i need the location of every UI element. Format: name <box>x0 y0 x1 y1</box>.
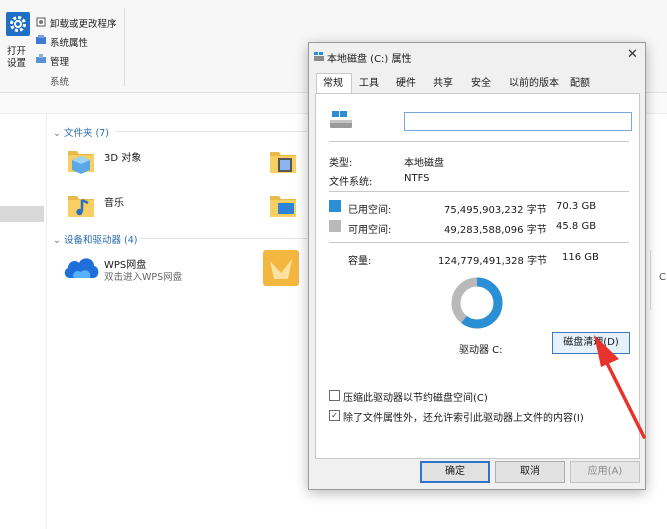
tab-tools[interactable]: 工具 <box>354 75 384 93</box>
tab-general[interactable]: 常规 <box>316 75 350 93</box>
ribbon-group-system-label: 系统 <box>50 77 70 88</box>
wps-drive-subtitle: 双击进入WPS网盘 <box>104 272 183 283</box>
dialog-title: 本地磁盘 (C:) 属性 <box>327 54 412 65</box>
drive-name-input[interactable] <box>404 112 632 131</box>
manage-link[interactable]: 管理 <box>50 54 69 68</box>
apply-button[interactable]: 应用(A) <box>570 461 640 483</box>
tab-sharing[interactable]: 共享 <box>428 75 458 93</box>
chevron-down-icon: ⌄ <box>53 235 61 246</box>
index-label[interactable]: 除了文件属性外，还允许索引此驱动器上文件的内容(I) <box>343 409 584 424</box>
system-props-icon <box>36 35 46 45</box>
chevron-down-icon: ⌄ <box>53 128 61 139</box>
filesystem-label: 文件系统: <box>329 177 373 188</box>
partial-drive-icon[interactable] <box>262 249 300 287</box>
used-space-bytes: 75,495,903,232 字节 <box>444 205 547 216</box>
music-label[interactable]: 音乐 <box>104 194 124 209</box>
settings-gear-icon[interactable] <box>6 12 30 36</box>
drive-large-icon <box>330 111 352 129</box>
tab-quota[interactable]: 配额 <box>566 75 594 93</box>
separator-3 <box>329 242 629 243</box>
capacity-label: 容量: <box>348 256 372 267</box>
free-space-bytes: 49,283,588,096 字节 <box>444 225 547 236</box>
capacity-bytes: 124,779,491,328 字节 <box>438 256 548 267</box>
3d-objects-folder-icon[interactable] <box>66 145 96 175</box>
type-value: 本地磁盘 <box>404 158 444 169</box>
ok-button[interactable]: 确定 <box>420 461 490 483</box>
free-space-gb: 45.8 GB <box>556 221 597 232</box>
folders-section-header[interactable]: ⌄ 文件夹 (7) <box>53 125 109 139</box>
music-folder-icon[interactable] <box>66 190 96 220</box>
right-edge-divider <box>650 250 651 310</box>
3d-objects-label[interactable]: 3D 对象 <box>104 149 141 164</box>
video-folder-icon[interactable] <box>268 146 298 176</box>
separator-2 <box>329 191 629 192</box>
devices-header-text: 设备和驱动器 (4) <box>64 235 138 246</box>
manage-icon <box>36 54 46 64</box>
devices-section-line <box>140 238 307 239</box>
open-settings-label-2[interactable]: 设置 <box>7 55 26 69</box>
tab-previous-versions[interactable]: 以前的版本 <box>505 75 563 93</box>
folders-section-line <box>115 131 307 132</box>
type-label: 类型: <box>329 158 353 169</box>
tab-hardware[interactable]: 硬件 <box>391 75 421 93</box>
disk-usage-donut <box>451 277 503 329</box>
close-button[interactable]: ✕ <box>627 47 638 62</box>
free-space-swatch <box>329 220 341 232</box>
used-space-swatch <box>329 200 341 212</box>
free-space-label: 可用空间: <box>348 225 392 236</box>
tab-security[interactable]: 安全 <box>466 75 496 93</box>
drive-title-icon <box>314 52 324 61</box>
cut-off-text: C <box>659 272 666 283</box>
compress-label[interactable]: 压缩此驱动器以节约磁盘空间(C) <box>343 389 488 404</box>
uninstall-programs-link[interactable]: 卸载或更改程序 <box>50 16 117 30</box>
used-space-gb: 70.3 GB <box>556 201 597 212</box>
cancel-button[interactable]: 取消 <box>495 461 565 483</box>
nav-pane-selected-item[interactable] <box>0 206 44 222</box>
wps-cloud-icon[interactable] <box>62 252 100 280</box>
compress-checkbox[interactable] <box>329 390 340 401</box>
filesystem-value: NTFS <box>404 173 430 184</box>
system-properties-link[interactable]: 系统属性 <box>50 35 88 49</box>
index-checkbox[interactable]: ✓ <box>329 410 340 421</box>
nav-pane-divider <box>46 113 47 529</box>
annotation-arrow-icon <box>594 335 646 439</box>
folders-header-text: 文件夹 (7) <box>64 128 109 139</box>
capacity-gb: 116 GB <box>562 252 599 263</box>
uninstall-icon <box>36 17 46 27</box>
used-space-label: 已用空间: <box>348 205 392 216</box>
desktop-folder-icon[interactable] <box>268 190 298 220</box>
separator-1 <box>329 141 629 142</box>
drive-letter-label: 驱动器 C: <box>459 345 503 356</box>
ribbon-group-separator <box>124 8 125 86</box>
devices-section-header[interactable]: ⌄ 设备和驱动器 (4) <box>53 232 137 246</box>
